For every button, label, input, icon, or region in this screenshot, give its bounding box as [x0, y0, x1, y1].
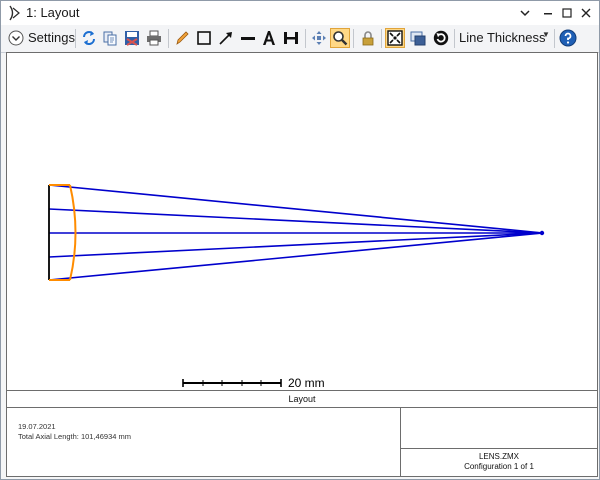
- rotate-icon: [433, 30, 449, 46]
- fit-button[interactable]: [385, 28, 405, 48]
- toolbar-divider: [454, 29, 455, 48]
- chevron-down-icon: [520, 10, 530, 17]
- ray: [48, 208, 544, 234]
- toolbar-divider: [75, 29, 76, 48]
- settings-toggle-button[interactable]: [6, 28, 26, 48]
- title-bar[interactable]: 1: Layout: [1, 1, 599, 25]
- toolbar-divider: [554, 29, 555, 48]
- window-title: 1: Layout: [26, 5, 80, 20]
- dropdown-arrow-icon: ▼: [542, 30, 550, 39]
- toolbar-divider: [168, 29, 169, 48]
- print-icon: [147, 30, 161, 46]
- file-name-text: LENS.ZMX: [478, 452, 519, 461]
- scale-bar: [182, 379, 282, 387]
- pan-button[interactable]: [309, 28, 329, 48]
- line-button[interactable]: [238, 28, 258, 48]
- toolbar: Settings Line Thickness ▼: [1, 25, 599, 53]
- layout-plot-area[interactable]: 20 mm: [6, 52, 598, 391]
- ray: [48, 232, 544, 258]
- help-button[interactable]: [558, 28, 578, 48]
- pin-window-button[interactable]: [514, 3, 536, 23]
- layout-window: 1: Layout Settings Line Thickness ▼ 20 m…: [0, 0, 600, 480]
- lock-icon: [362, 31, 374, 46]
- scale-bar-label: 20 mm: [288, 376, 325, 390]
- pan-icon: [312, 31, 326, 45]
- app-lens-icon: [9, 5, 20, 21]
- print-button[interactable]: [144, 28, 164, 48]
- zoom-icon: [333, 31, 348, 46]
- arrow-button[interactable]: [216, 28, 236, 48]
- axial-length-text: Total Axial Length: 101,46934 mm: [18, 432, 131, 441]
- ray-bundle: [48, 184, 544, 281]
- copy-icon: [103, 31, 117, 46]
- dimension-button[interactable]: [281, 28, 301, 48]
- pencil-icon: [176, 31, 189, 45]
- footer-empty-cell: [401, 408, 597, 449]
- maximize-icon: [562, 8, 572, 18]
- settings-button[interactable]: Settings: [28, 30, 75, 45]
- toolbar-divider: [305, 29, 306, 48]
- text-button[interactable]: [259, 28, 279, 48]
- pencil-button[interactable]: [172, 28, 192, 48]
- arrow-icon: [219, 32, 232, 45]
- line-icon: [241, 37, 255, 40]
- footer-info-cell: 19.07.2021 Total Axial Length: 101,46934…: [7, 408, 401, 476]
- footer-title: Layout: [288, 394, 316, 404]
- rectangle-icon: [197, 31, 211, 45]
- windows-button[interactable]: [408, 28, 428, 48]
- help-icon: [559, 29, 577, 47]
- zoom-button[interactable]: [330, 28, 350, 48]
- focal-point: [539, 230, 545, 236]
- date-text: 19.07.2021: [18, 422, 56, 431]
- ray: [48, 232, 544, 281]
- line-thickness-dropdown[interactable]: Line Thickness: [459, 30, 545, 45]
- copy-button[interactable]: [100, 28, 120, 48]
- footer-title-row: Layout: [7, 391, 597, 408]
- settings-chevron-icon: [8, 30, 24, 46]
- rectangle-button[interactable]: [194, 28, 214, 48]
- toolbar-divider: [353, 29, 354, 48]
- text-icon: [263, 31, 275, 45]
- configuration-text: Configuration 1 of 1: [464, 462, 534, 471]
- info-footer: Layout 19.07.2021 Total Axial Length: 10…: [6, 390, 598, 477]
- toolbar-divider: [381, 29, 382, 48]
- dimension-icon: [284, 32, 298, 44]
- refresh-button[interactable]: [79, 28, 99, 48]
- refresh-icon: [83, 31, 95, 45]
- rotate-button[interactable]: [431, 28, 451, 48]
- close-button[interactable]: [575, 3, 597, 23]
- lock-button[interactable]: [358, 28, 378, 48]
- close-icon: [581, 8, 591, 18]
- save-button[interactable]: [122, 28, 142, 48]
- minimize-icon: [544, 13, 552, 15]
- fit-icon: [387, 30, 403, 46]
- ray: [48, 184, 544, 234]
- windows-icon: [410, 31, 426, 46]
- save-icon: [125, 31, 139, 46]
- layout-drawing: [48, 184, 545, 387]
